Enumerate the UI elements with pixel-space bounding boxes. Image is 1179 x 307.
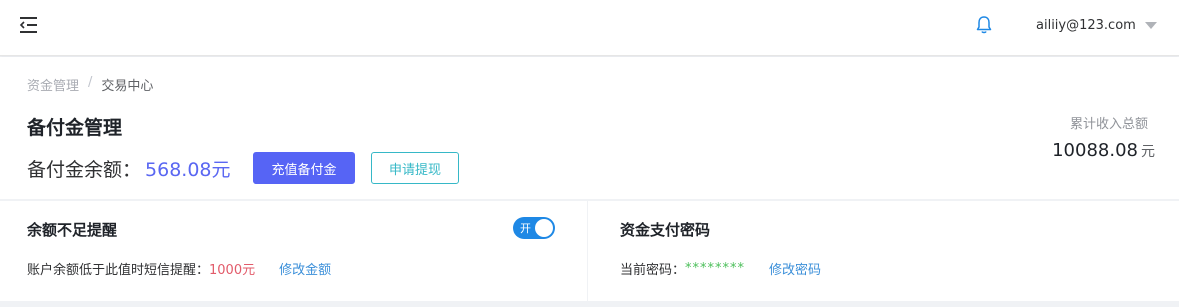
toggle-label: 开: [520, 222, 531, 235]
breadcrumb-parent[interactable]: 资金管理: [27, 75, 79, 94]
income-unit: 元: [1141, 144, 1155, 160]
income-value: 10088.08: [1052, 140, 1138, 161]
user-menu[interactable]: ailiiy@123.com: [1036, 15, 1157, 35]
withdraw-button[interactable]: 申请提现: [371, 152, 459, 184]
balance-row: 备付金余额： 568.08元: [27, 152, 231, 184]
reminder-threshold: 1000元: [209, 263, 256, 278]
balance-label: 备付金余额：: [27, 158, 142, 181]
reminder-row: 账户余额低于此值时短信提醒： 1000元 修改金额: [27, 259, 331, 278]
bell-icon[interactable]: [975, 15, 993, 35]
breadcrumb-current: 交易中心: [101, 79, 154, 94]
edit-amount-link[interactable]: 修改金额: [279, 259, 331, 278]
income-total: 10088.08 元: [1052, 140, 1155, 161]
breadcrumb: 资金管理 / 交易中心: [27, 75, 153, 94]
chevron-down-icon: [1144, 21, 1157, 29]
recharge-button[interactable]: 充值备付金: [253, 152, 355, 184]
low-balance-reminder-panel: 余额不足提醒 开 账户余额低于此值时短信提醒： 1000元 修改金额: [0, 201, 587, 301]
breadcrumb-separator: /: [88, 75, 93, 90]
page-title: 备付金管理: [27, 117, 123, 139]
password-label: 当前密码：: [620, 263, 686, 278]
balance-value: 568.08元: [145, 158, 231, 181]
menu-collapse-icon[interactable]: [18, 15, 40, 35]
edit-password-link[interactable]: 修改密码: [769, 259, 821, 278]
payment-password-panel: 资金支付密码 当前密码： ******** 修改密码: [588, 201, 1179, 301]
toggle-knob: [535, 219, 553, 237]
password-row: 当前密码： ******** 修改密码: [620, 259, 821, 278]
reminder-toggle[interactable]: 开: [513, 217, 555, 239]
reminder-title: 余额不足提醒: [27, 221, 118, 239]
user-email: ailiiy@123.com: [1036, 17, 1136, 33]
reminder-description: 账户余额低于此值时短信提醒：: [27, 263, 210, 278]
page-header: 资金管理 / 交易中心 备付金管理 备付金余额： 568.08元 充值备付金 申…: [0, 57, 1179, 199]
top-navbar: ailiiy@123.com: [0, 0, 1179, 56]
income-label: 累计收入总额: [1069, 117, 1148, 132]
password-title: 资金支付密码: [620, 221, 711, 239]
password-masked: ********: [685, 261, 746, 276]
